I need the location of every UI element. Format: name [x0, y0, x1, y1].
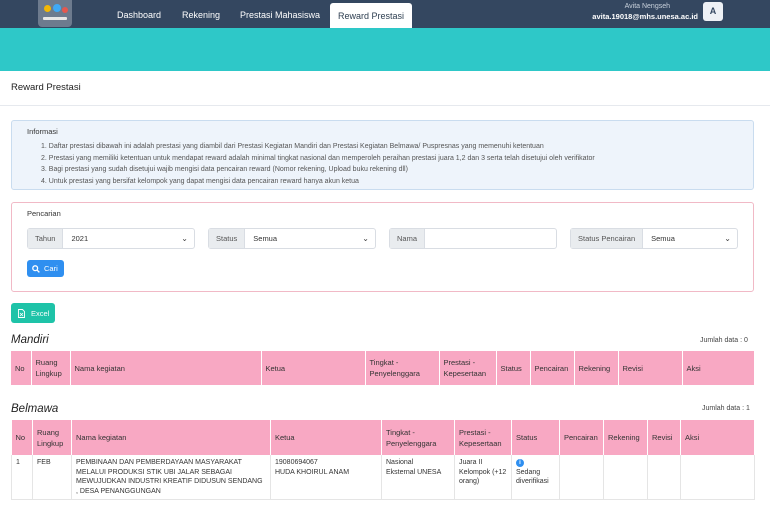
tahun-value: 2021	[71, 234, 89, 243]
belmawa-table: No Ruang Lingkup Nama kegiatan Ketua Tin…	[11, 420, 755, 500]
penyelenggara-value: Eksternal UNESA	[386, 468, 442, 476]
cell-ketua: 19080694067 HUDA KHOIRUL ANAM	[270, 455, 382, 500]
col-aksi: Aksi	[682, 351, 755, 385]
col-rekening: Rekening	[603, 420, 648, 455]
search-button[interactable]: Cari	[27, 260, 64, 277]
info-icon: i	[516, 459, 524, 467]
cell-status: i Sedang diverifikasi	[511, 455, 560, 500]
search-button-label: Cari	[44, 264, 58, 273]
nama-input[interactable]: Nama	[389, 228, 557, 249]
nav-dashboard[interactable]: Dashboard	[117, 0, 161, 28]
cell-no: 1	[11, 455, 33, 500]
prestasi-value: Juara II	[459, 459, 483, 466]
col-no: No	[11, 420, 33, 455]
nav-reward-prestasi[interactable]: Reward Prestasi	[330, 3, 412, 28]
table-row: 1 FEB PEMBINAAN DAN PEMBERDAYAAN MASYARA…	[11, 455, 755, 500]
col-prestasi: Prestasi - Kepesertaan	[454, 420, 512, 455]
user-avatar[interactable]: A	[703, 2, 723, 21]
info-title: Informasi	[27, 127, 58, 136]
col-revisi: Revisi	[647, 420, 681, 455]
page-header	[0, 71, 770, 106]
col-tingkat: Tingkat - Penyelenggara	[365, 351, 440, 385]
page-title: Reward Prestasi	[11, 82, 81, 93]
info-item: 4. Untuk prestasi yang bersifat kelompok…	[41, 177, 359, 185]
file-excel-icon	[18, 308, 25, 318]
app-logo[interactable]	[38, 0, 72, 27]
col-ruang-lingkup: Ruang Lingkup	[32, 420, 72, 455]
mandiri-header-row: No Ruang Lingkup Nama kegiatan Ketua Tin…	[11, 351, 755, 385]
nama-value[interactable]	[425, 229, 556, 248]
header-band	[0, 28, 770, 71]
user-name: Avita Nengseh	[624, 3, 670, 10]
cell-tingkat: Nasional Eksternal UNESA	[381, 455, 455, 500]
mandiri-count: Jumlah data : 0	[700, 337, 748, 344]
cell-prestasi: Juara II Kelompok (+12 orang)	[454, 455, 512, 500]
chevron-down-icon: ⌄	[724, 234, 731, 243]
mandiri-title: Mandiri	[11, 334, 49, 346]
belmawa-count: Jumlah data : 1	[702, 405, 750, 412]
col-tingkat: Tingkat - Penyelenggara	[381, 420, 455, 455]
search-icon	[32, 264, 40, 273]
tingkat-value: Nasional	[386, 459, 414, 466]
col-prestasi: Prestasi - Kepesertaan	[439, 351, 497, 385]
col-nama-kegiatan: Nama kegiatan	[70, 351, 262, 385]
col-pencairan: Pencairan	[559, 420, 604, 455]
nav-prestasi-mahasiswa[interactable]: Prestasi Mahasiswa	[240, 0, 320, 28]
chevron-down-icon: ⌄	[181, 234, 188, 243]
info-list: 1. Daftar prestasi dibawah ini adalah pr…	[41, 141, 751, 187]
col-status: Status	[511, 420, 560, 455]
status-value: Semua	[253, 234, 278, 243]
belmawa-title: Belmawa	[11, 403, 59, 415]
ketua-nama: HUDA KHOIRUL ANAM	[275, 468, 350, 476]
tahun-label: Tahun	[28, 229, 64, 248]
cell-nama-kegiatan: PEMBINAAN DAN PEMBERDAYAAN MASYARAKAT ME…	[71, 455, 271, 500]
status-pencairan-value: Semua	[651, 234, 675, 243]
tahun-select[interactable]: Tahun 2021 ⌄	[27, 228, 195, 249]
col-status: Status	[496, 351, 531, 385]
info-item: 2. Prestasi yang memiliki ketentuan untu…	[41, 154, 595, 162]
info-item: 3. Bagi prestasi yang sudah disetujui wa…	[41, 166, 408, 173]
col-ketua: Ketua	[270, 420, 382, 455]
mandiri-table: No Ruang Lingkup Nama kegiatan Ketua Tin…	[11, 351, 755, 385]
col-nama-kegiatan: Nama kegiatan	[71, 420, 271, 455]
cell-aksi	[680, 455, 755, 500]
kepesertaan-value: Kelompok (+12 orang)	[459, 468, 507, 486]
chevron-down-icon: ⌄	[362, 234, 369, 243]
nama-label: Nama	[390, 229, 426, 248]
status-select[interactable]: Status Semua ⌄	[208, 228, 376, 249]
col-no: No	[11, 351, 32, 385]
cell-pencairan	[559, 455, 604, 500]
user-email: avita.19018@mhs.unesa.ac.id	[592, 12, 698, 21]
excel-button[interactable]: Excel	[11, 303, 55, 323]
belmawa-header-row: No Ruang Lingkup Nama kegiatan Ketua Tin…	[11, 420, 755, 455]
status-text: Sedang diverifikasi	[516, 468, 549, 486]
info-item: 1. Daftar prestasi dibawah ini adalah pr…	[41, 143, 544, 150]
col-pencairan: Pencairan	[530, 351, 575, 385]
ketua-nim: 19080694067	[275, 459, 318, 466]
col-rekening: Rekening	[574, 351, 619, 385]
col-revisi: Revisi	[618, 351, 683, 385]
excel-button-label: Excel	[31, 308, 50, 318]
status-pencairan-select[interactable]: Status Pencairan Semua ⌄	[570, 228, 738, 249]
col-aksi: Aksi	[680, 420, 755, 455]
status-pencairan-label: Status Pencairan	[571, 229, 644, 248]
nav-rekening[interactable]: Rekening	[182, 0, 220, 28]
col-ruang-lingkup: Ruang Lingkup	[31, 351, 71, 385]
cell-ruang-lingkup: FEB	[32, 455, 72, 500]
cell-revisi	[647, 455, 681, 500]
search-title: Pencarian	[27, 209, 61, 218]
col-ketua: Ketua	[261, 351, 366, 385]
cell-rekening	[603, 455, 648, 500]
status-label: Status	[209, 229, 246, 248]
